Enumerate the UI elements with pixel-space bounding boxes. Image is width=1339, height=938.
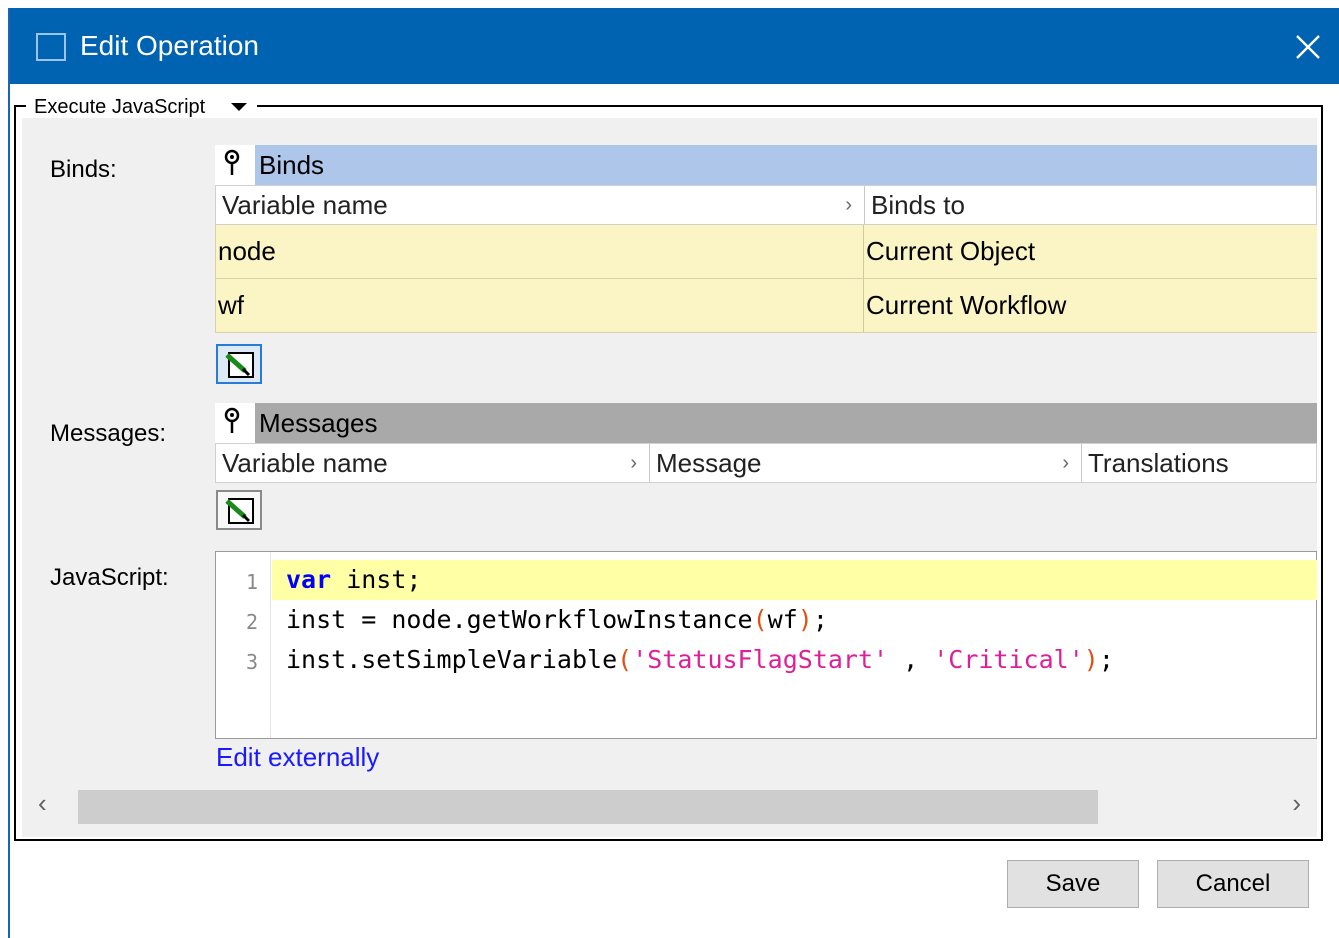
pin-icon[interactable] xyxy=(215,403,255,443)
edit-pencil-icon xyxy=(225,352,254,378)
cell-binds-to[interactable]: Current Object xyxy=(864,225,1317,278)
code-line: var inst; xyxy=(286,560,421,600)
paren-token: ) xyxy=(1083,645,1099,674)
column-header-message[interactable]: Message › xyxy=(650,444,1082,482)
column-header-label: Variable name xyxy=(222,190,388,220)
code-token: inst.setSimpleVariable xyxy=(286,645,618,674)
messages-panel-header: Messages xyxy=(215,403,1317,443)
binds-table: Variable name › Binds to node Current Ob… xyxy=(215,185,1317,333)
code-line: inst = node.getWorkflowInstance(wf); xyxy=(286,600,828,640)
current-line-highlight xyxy=(272,560,1317,600)
keyword-token: var xyxy=(286,565,332,594)
javascript-label: JavaScript: xyxy=(50,564,169,591)
binds-panel-title: Binds xyxy=(255,145,1317,185)
line-number-gutter: 1 2 3 xyxy=(216,552,271,738)
string-token: 'StatusFlagStart' xyxy=(632,645,889,674)
pin-icon[interactable] xyxy=(215,145,255,185)
cell-variable-name[interactable]: wf xyxy=(216,279,864,332)
save-button[interactable]: Save xyxy=(1007,860,1139,908)
edit-externally-link[interactable]: Edit externally xyxy=(216,742,379,773)
operation-content: Binds: Binds Variable name › Binds to no… xyxy=(22,118,1317,837)
table-row[interactable]: node Current Object xyxy=(215,225,1317,279)
column-header-label: Binds to xyxy=(871,190,965,220)
scroll-right-arrow-icon[interactable]: › xyxy=(1292,788,1301,819)
line-number: 2 xyxy=(245,610,258,634)
column-header-variable-name[interactable]: Variable name › xyxy=(216,444,650,482)
code-token: ; xyxy=(1098,645,1114,674)
code-line: inst.setSimpleVariable('StatusFlagStart'… xyxy=(286,640,1114,680)
messages-label: Messages: xyxy=(50,420,167,447)
scrollbar-thumb[interactable] xyxy=(78,790,1098,824)
column-header-translations[interactable]: Translations xyxy=(1082,444,1316,482)
operation-type-label: Execute JavaScript xyxy=(34,96,206,118)
sort-chevron-icon: › xyxy=(845,194,852,216)
column-header-binds-to[interactable]: Binds to xyxy=(865,186,1316,224)
code-token: wf xyxy=(767,605,798,634)
scroll-left-arrow-icon[interactable]: ‹ xyxy=(38,788,47,819)
paren-token: ( xyxy=(752,605,768,634)
close-icon xyxy=(1296,35,1320,59)
binds-table-header: Variable name › Binds to xyxy=(215,185,1317,225)
edit-messages-button[interactable] xyxy=(216,490,262,530)
messages-table-header: Variable name › Message › Translations xyxy=(215,443,1317,483)
sort-chevron-icon: › xyxy=(1062,452,1069,474)
binds-label: Binds: xyxy=(50,156,117,183)
window-title: Edit Operation xyxy=(80,30,259,61)
horizontal-scrollbar[interactable]: ‹ › xyxy=(22,778,1317,825)
cell-binds-to[interactable]: Current Workflow xyxy=(864,279,1317,332)
edit-pencil-icon xyxy=(225,498,254,524)
string-token: 'Critical' xyxy=(933,645,1084,674)
line-number: 3 xyxy=(245,650,258,674)
app-icon xyxy=(36,33,66,61)
title-bar: Edit Operation xyxy=(10,8,1339,84)
messages-panel-title: Messages xyxy=(255,403,1317,443)
binds-panel-header: Binds xyxy=(215,145,1317,185)
column-header-label: Message xyxy=(656,448,762,478)
messages-table: Variable name › Message › Translations xyxy=(215,443,1317,483)
table-row[interactable]: wf Current Workflow xyxy=(215,279,1317,333)
column-header-label: Translations xyxy=(1088,448,1229,478)
paren-token: ( xyxy=(617,645,633,674)
column-header-label: Variable name xyxy=(222,448,388,478)
sort-chevron-icon: › xyxy=(630,452,637,474)
paren-token: ) xyxy=(797,605,813,634)
dropdown-arrow-icon xyxy=(231,103,248,111)
code-token: ; xyxy=(812,605,828,634)
line-number: 1 xyxy=(245,570,258,594)
close-button[interactable] xyxy=(1273,8,1339,84)
javascript-editor[interactable]: 1 2 3 var inst; inst = node.getWorkflowI… xyxy=(215,551,1317,739)
operation-type-dropdown[interactable]: Execute JavaScript xyxy=(26,95,258,119)
cancel-button[interactable]: Cancel xyxy=(1157,860,1309,908)
cell-variable-name[interactable]: node xyxy=(216,225,864,278)
code-token: , xyxy=(888,645,934,674)
code-token: inst = node.getWorkflowInstance xyxy=(286,605,753,634)
column-header-variable-name[interactable]: Variable name › xyxy=(216,186,865,224)
code-token: inst; xyxy=(331,565,422,594)
edit-binds-button[interactable] xyxy=(216,344,262,384)
